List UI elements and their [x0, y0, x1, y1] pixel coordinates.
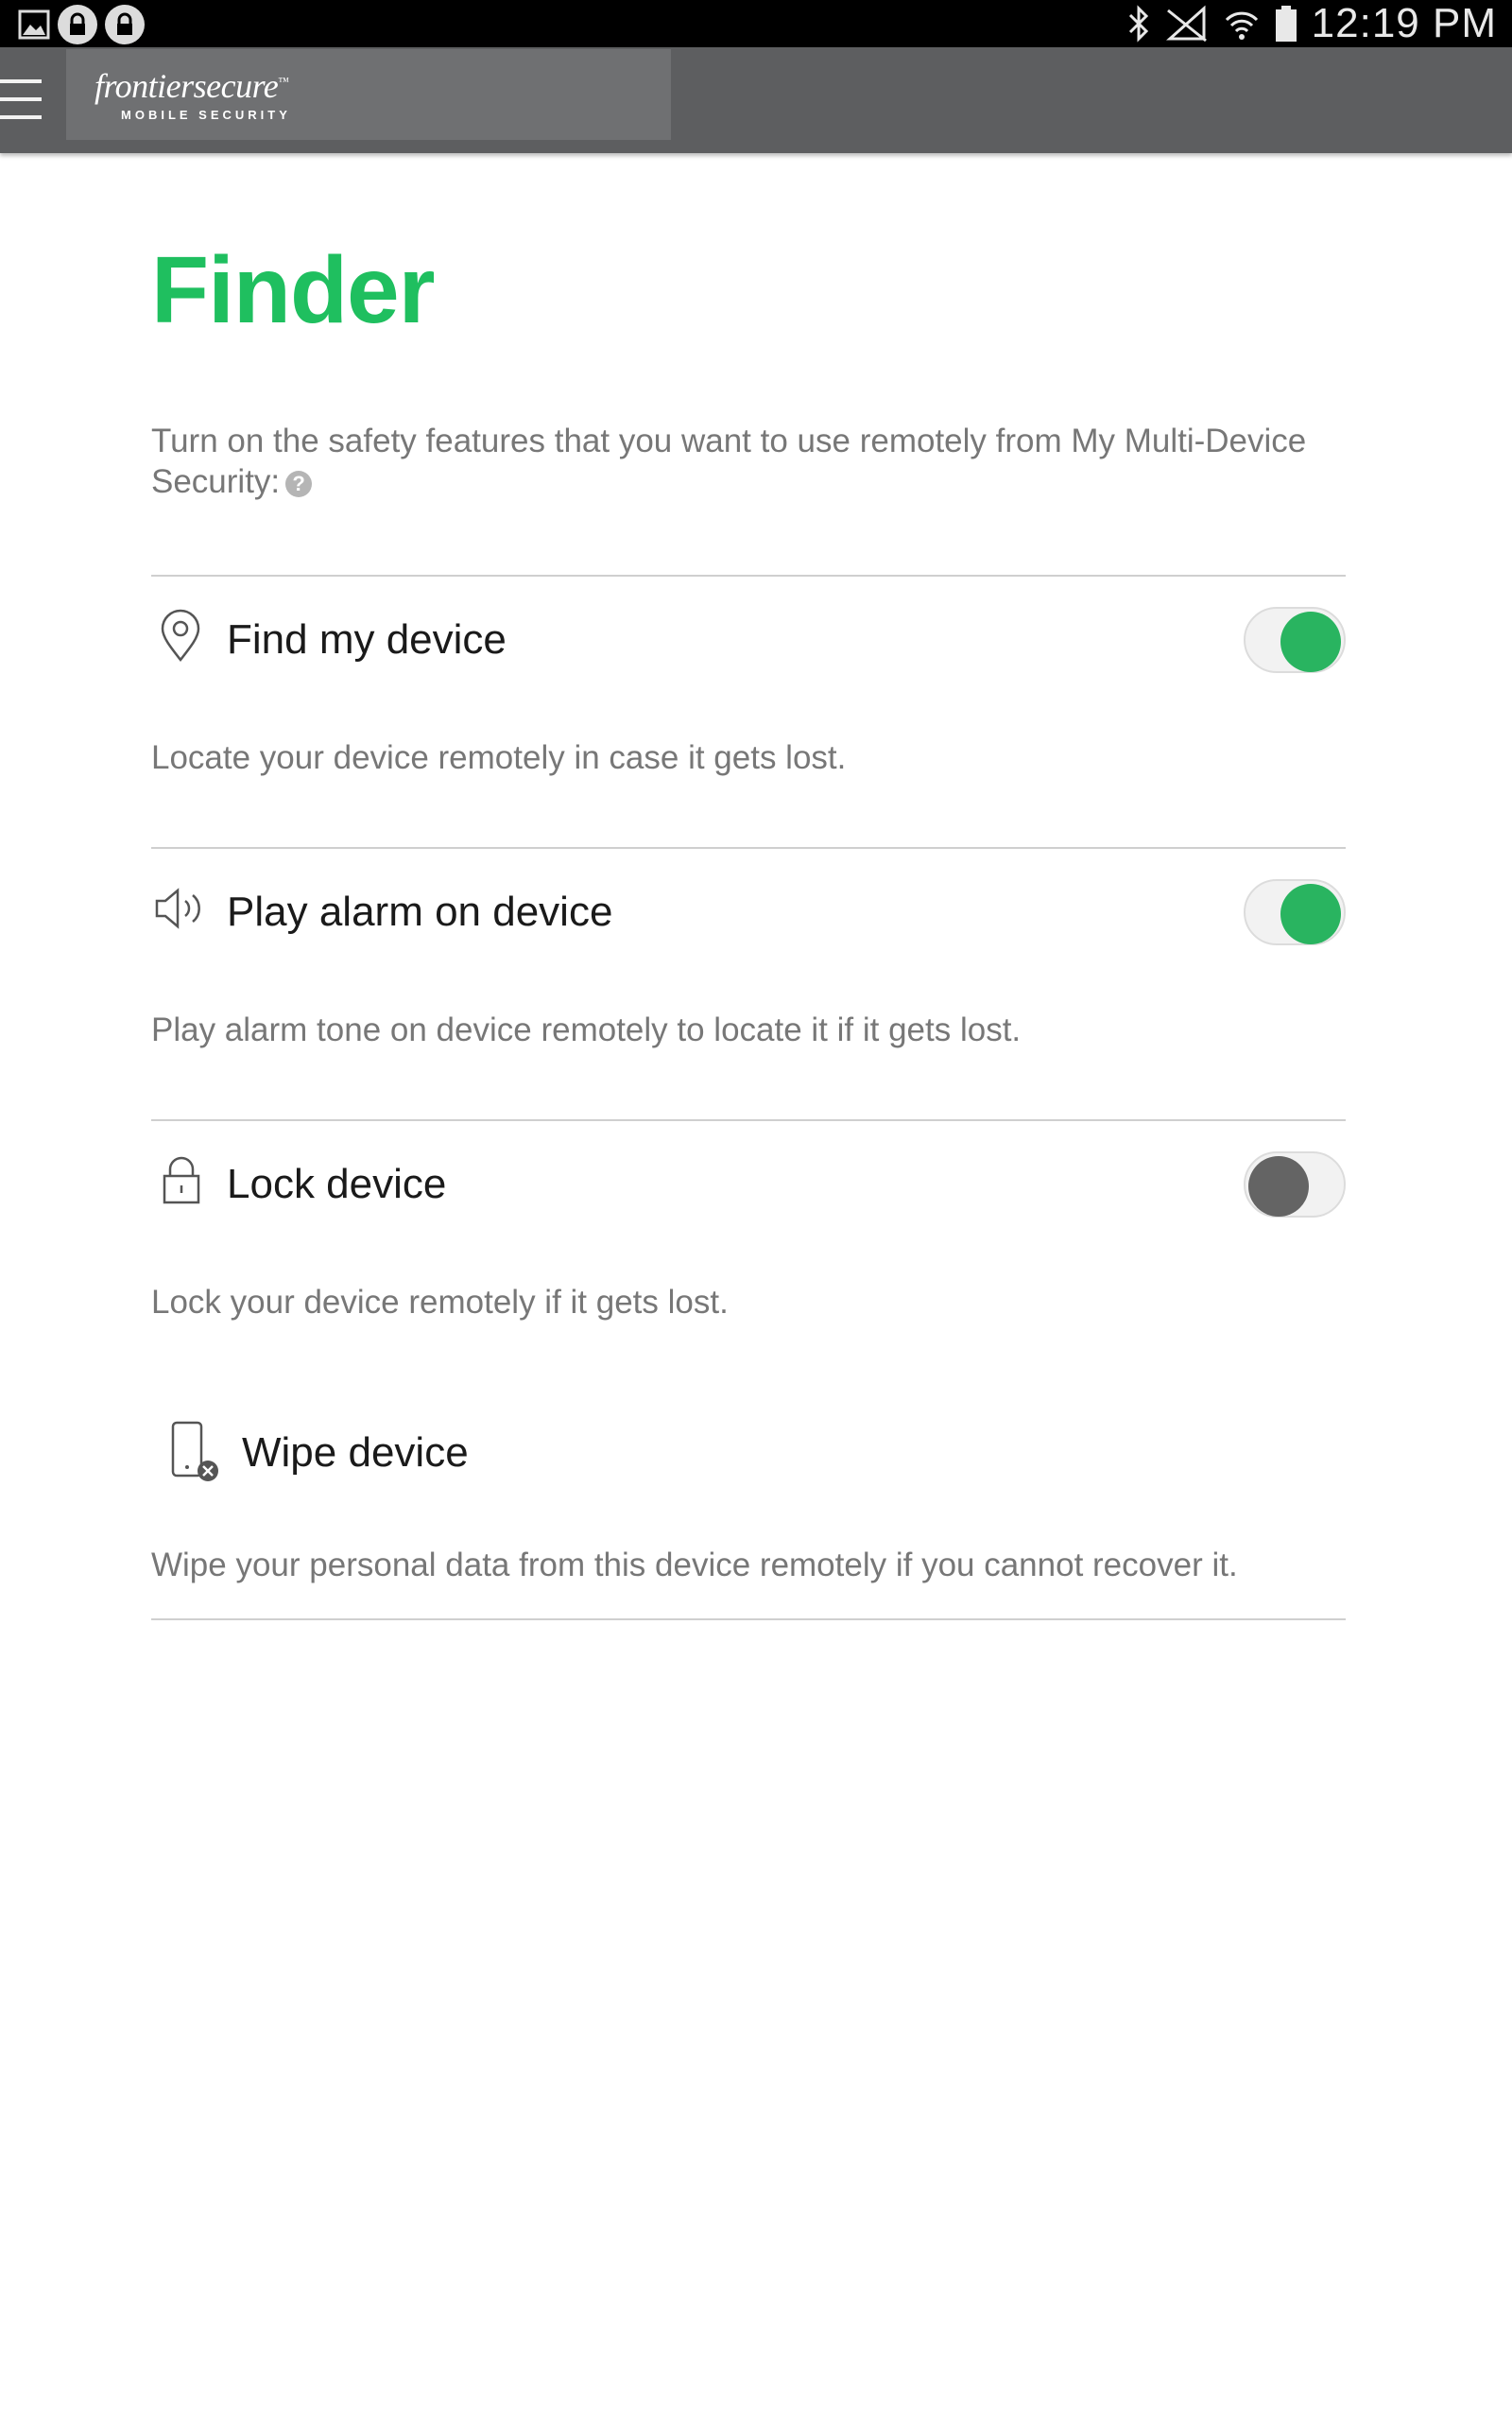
feature-title-lock-device: Lock device [227, 1161, 447, 1207]
location-pin-icon [161, 609, 200, 663]
padlock-icon [163, 1156, 200, 1204]
lock-notification-icon [58, 5, 97, 44]
status-right-icons: 12:19 PM [1126, 0, 1497, 47]
divider [151, 847, 1346, 849]
status-left-icons [17, 4, 146, 45]
app-bar: frontiersecure™ MOBILE SECURITY [0, 47, 1512, 153]
divider [151, 575, 1346, 577]
page-title: Finder [151, 237, 436, 343]
feature-desc-wipe-device: Wipe your personal data from this device… [151, 1547, 1238, 1583]
help-icon[interactable]: ? [285, 470, 313, 497]
gallery-icon [18, 9, 50, 40]
brand-name: frontiersecure™ [94, 67, 289, 105]
status-bar: 12:19 PM [0, 0, 1512, 47]
lock-notification-icon [105, 5, 145, 44]
play-alarm-toggle[interactable] [1244, 879, 1346, 945]
no-signal-icon [1165, 5, 1207, 43]
speaker-icon [155, 888, 200, 929]
battery-icon [1275, 6, 1297, 42]
status-time: 12:19 PM [1311, 0, 1497, 46]
feature-desc-find-device: Locate your device remotely in case it g… [151, 739, 847, 776]
find-device-toggle[interactable] [1244, 607, 1346, 673]
wifi-icon [1225, 11, 1258, 40]
wipe-device-button[interactable]: Wipe device [242, 1429, 469, 1477]
hamburger-menu-icon[interactable] [0, 74, 45, 125]
brand-subtitle: MOBILE SECURITY [121, 108, 291, 122]
phone-wipe-icon[interactable] [170, 1420, 223, 1484]
lock-device-toggle[interactable] [1244, 1151, 1346, 1218]
brand-logo[interactable]: frontiersecure™ MOBILE SECURITY [66, 49, 671, 140]
divider [151, 1119, 1346, 1121]
feature-title-find-device: Find my device [227, 616, 507, 663]
bluetooth-icon [1128, 5, 1148, 43]
feature-desc-play-alarm: Play alarm tone on device remotely to lo… [151, 1011, 1022, 1048]
divider [151, 1618, 1346, 1620]
feature-title-play-alarm: Play alarm on device [227, 889, 613, 935]
intro-text: Turn on the safety features that you wan… [151, 423, 1307, 500]
feature-desc-lock-device: Lock your device remotely if it gets los… [151, 1284, 729, 1321]
